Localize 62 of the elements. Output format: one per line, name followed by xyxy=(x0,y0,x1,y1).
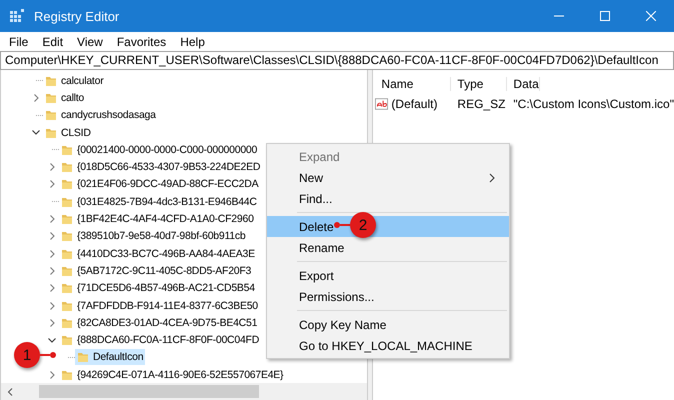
tree-item[interactable]: {021E4F06-9DCC-49AD-88CF-ECC2DA xyxy=(59,176,260,192)
folder-icon xyxy=(61,264,73,277)
tree-item[interactable]: {00021400-0000-0000-C000-000000000 xyxy=(59,142,260,158)
tree-item[interactable]: callto xyxy=(43,90,86,106)
menu-item[interactable]: New xyxy=(267,167,509,188)
tree-item[interactable]: {389510b7-9e58-40d7-98bf-60b911cb xyxy=(59,228,248,244)
folder-icon xyxy=(61,144,73,156)
tree-item[interactable]: {71DCE5D6-4B57-496B-AC21-CD5B54 xyxy=(59,280,257,296)
tree-item[interactable]: candycrushsodasaga xyxy=(43,107,158,124)
folder-icon xyxy=(61,230,73,242)
folder-icon xyxy=(61,178,73,190)
menu-item[interactable]: Rename xyxy=(267,237,509,258)
column-header[interactable]: Data xyxy=(507,77,540,91)
close-icon xyxy=(646,11,656,21)
value-type: REG_SZ xyxy=(456,97,506,111)
menu-item[interactable]: Help xyxy=(173,34,212,48)
menu-item[interactable]: Find... xyxy=(267,188,509,209)
folder-icon xyxy=(45,126,57,139)
tree-item[interactable]: DefaultIcon xyxy=(75,349,146,366)
tree-item[interactable]: {888DCA60-FC0A-11CF-8F0F-00C04FD xyxy=(59,332,262,348)
folder-icon xyxy=(61,334,73,346)
folder-icon xyxy=(61,196,73,208)
maximize-icon xyxy=(600,11,610,21)
tree-item[interactable]: {018D5C66-4533-4307-9B53-224DE2ED xyxy=(59,159,262,176)
menu-item[interactable]: Go to HKEY_LOCAL_MACHINE xyxy=(267,335,509,356)
string-value-icon xyxy=(375,98,388,110)
tree-item[interactable]: {82CA8DE3-01AD-4CEA-9D75-BE4C51 xyxy=(59,314,260,331)
horizontal-scrollbar[interactable] xyxy=(1,383,368,400)
tree-item[interactable]: {4410DC33-BC7C-496B-AA84-4AEA3E xyxy=(59,246,257,262)
tree-item[interactable]: {1BF42E4C-4AF4-4CFD-A1A0-CF2960 xyxy=(59,211,256,228)
tree-item[interactable]: CLSID xyxy=(43,124,93,141)
folder-icon xyxy=(61,213,73,226)
menu-item[interactable]: Edit xyxy=(35,34,70,48)
window-title: Registry Editor xyxy=(34,8,120,24)
folder-icon xyxy=(45,109,57,122)
menu-item[interactable]: Copy Key Name xyxy=(267,314,509,335)
menu-item[interactable]: Export xyxy=(267,265,509,286)
menu-item[interactable]: View xyxy=(70,34,110,48)
folder-icon xyxy=(45,92,57,104)
column-header[interactable]: Name xyxy=(373,77,452,91)
folder-icon xyxy=(77,351,89,364)
folder-icon xyxy=(61,300,73,312)
tree-item[interactable]: {7AFDFDDB-F914-11E4-8377-6C3BE50 xyxy=(59,298,260,314)
app-icon xyxy=(10,9,24,23)
tree-item[interactable]: {5AB7172C-9C11-405C-8DD5-AF20F3 xyxy=(59,262,254,279)
column-header[interactable]: Type xyxy=(451,77,508,91)
folder-icon xyxy=(45,74,57,87)
value-data: "C:\Custom Icons\Custom.ico" xyxy=(512,97,674,111)
scroll-left-icon[interactable] xyxy=(7,388,13,396)
folder-icon xyxy=(61,161,73,174)
tree-item[interactable]: {94269C4E-071A-4116-90E6-52E557067E4E} xyxy=(59,366,286,383)
tree-item[interactable]: calculator xyxy=(43,72,106,89)
value-name: (Default) xyxy=(391,97,438,111)
tree-item[interactable]: {031E4825-7B94-4dc3-B131-E946B44C xyxy=(59,194,259,210)
menu-item[interactable]: Permissions... xyxy=(267,286,509,307)
address-field[interactable]: Computer\HKEY_CURRENT_USER\Software\Classes\CLSID\{888DCA60-FC0A-11CF-8F0F-00C04FD7D062}\DefaultIcon xyxy=(0,51,674,70)
folder-icon xyxy=(61,368,73,381)
menu-item[interactable]: Favorites xyxy=(110,34,174,48)
folder-icon xyxy=(61,282,73,294)
menu-item[interactable]: File xyxy=(2,34,36,48)
folder-icon xyxy=(61,316,73,329)
folder-icon xyxy=(61,248,73,260)
